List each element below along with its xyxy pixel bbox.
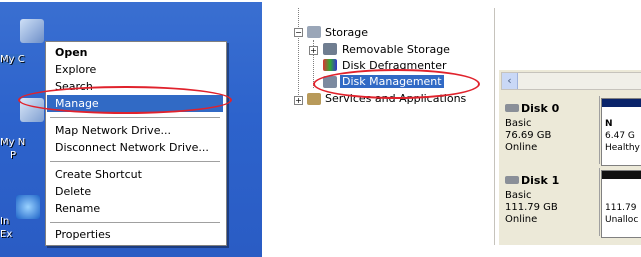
tree-item-services-and-applications[interactable]: Services and Applications xyxy=(325,92,466,105)
disk-status: Online xyxy=(505,214,538,225)
tree-line xyxy=(298,8,299,103)
disk-name: Disk 0 xyxy=(521,102,560,115)
disk-view: ‹ Disk 0 Basic 76.69 GB Online N 6.47 G … xyxy=(499,8,641,245)
tree-item-disk-defragmenter[interactable]: Disk Defragmenter xyxy=(342,59,447,72)
desktop-icon-label[interactable]: In xyxy=(0,216,9,227)
collapse-toggle[interactable]: − xyxy=(294,28,303,37)
menu-item-map-network-drive[interactable]: Map Network Drive... xyxy=(47,122,223,139)
internet-explorer-icon[interactable] xyxy=(16,195,40,219)
menu-item-explore[interactable]: Explore xyxy=(47,61,223,78)
desktop-icon-label[interactable]: My N xyxy=(0,137,25,148)
disk-header[interactable]: Disk 1 Basic 111.79 GB Online xyxy=(499,168,600,236)
disk-type: Basic xyxy=(505,190,532,201)
menu-separator xyxy=(50,222,220,223)
desktop-icon-label[interactable]: Ex xyxy=(0,229,12,240)
tree-view: − Storage + Removable Storage Disk Defra… xyxy=(289,8,495,245)
disk-size: 76.69 GB xyxy=(505,130,552,141)
menu-item-properties[interactable]: Properties xyxy=(47,226,223,243)
storage-icon xyxy=(307,26,321,38)
menu-item-manage[interactable]: Manage xyxy=(47,95,223,112)
unallocated-size: 111.79 xyxy=(605,203,637,213)
menu-separator xyxy=(50,161,220,162)
partition-block[interactable]: N 6.47 G Healthy xyxy=(601,98,641,166)
disk-header[interactable]: Disk 0 Basic 76.69 GB Online xyxy=(499,96,600,164)
unallocated-label: Unalloc xyxy=(605,215,639,225)
disk-status: Online xyxy=(505,142,538,153)
tree-item-disk-management[interactable]: Disk Management xyxy=(340,75,444,88)
menu-item-search[interactable]: Search xyxy=(47,78,223,95)
scroll-left-icon[interactable]: ‹ xyxy=(502,73,518,89)
menu-item-create-shortcut[interactable]: Create Shortcut xyxy=(47,166,223,183)
disk-icon xyxy=(505,104,519,112)
my-computer-icon[interactable] xyxy=(20,19,44,43)
removable-storage-icon xyxy=(323,43,337,55)
disk-management-icon xyxy=(323,76,337,88)
disk-size: 111.79 GB xyxy=(505,202,558,213)
unallocated-block[interactable]: 111.79 Unalloc xyxy=(601,170,641,238)
expand-toggle[interactable]: + xyxy=(309,46,318,55)
desktop-icon-label[interactable]: My C xyxy=(0,54,25,65)
disk-defragmenter-icon xyxy=(323,59,337,71)
tree-item-removable-storage[interactable]: Removable Storage xyxy=(342,43,450,56)
volume-list-area xyxy=(499,8,641,70)
disk-row: Disk 0 Basic 76.69 GB Online N 6.47 G He… xyxy=(499,96,641,166)
menu-item-delete[interactable]: Delete xyxy=(47,183,223,200)
primary-partition-bar xyxy=(602,99,641,107)
partition-size: 6.47 G xyxy=(605,131,635,141)
menu-item-disconnect-network-drive[interactable]: Disconnect Network Drive... xyxy=(47,139,223,156)
disk-icon xyxy=(505,176,519,184)
expand-toggle[interactable]: + xyxy=(294,96,303,105)
tree-item-storage[interactable]: Storage xyxy=(325,26,368,39)
menu-separator xyxy=(50,117,220,118)
disk-name: Disk 1 xyxy=(521,174,560,187)
partition-label: N xyxy=(605,119,613,129)
menu-item-open[interactable]: Open xyxy=(47,44,223,61)
unallocated-bar xyxy=(602,171,641,179)
disk-row: Disk 1 Basic 111.79 GB Online 111.79 Una… xyxy=(499,168,641,238)
network-icon[interactable] xyxy=(20,98,44,122)
menu-item-rename[interactable]: Rename xyxy=(47,200,223,217)
horizontal-scrollbar[interactable]: ‹ xyxy=(501,72,641,90)
context-menu: Open Explore Search Manage Map Network D… xyxy=(45,41,227,246)
disk-type: Basic xyxy=(505,118,532,129)
services-icon xyxy=(307,93,321,105)
desktop-icon-label[interactable]: P xyxy=(10,150,16,161)
partition-status: Healthy xyxy=(605,143,640,153)
